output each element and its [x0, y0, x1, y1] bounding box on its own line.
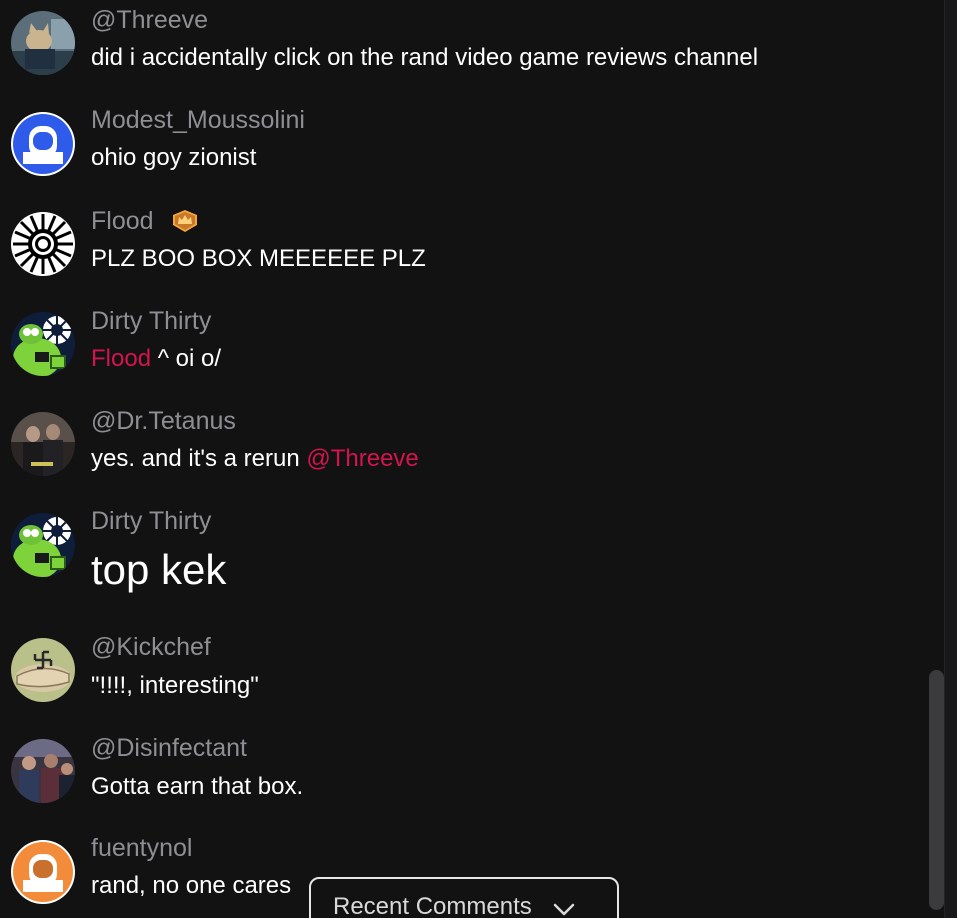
- username[interactable]: @Disinfectant: [91, 733, 247, 763]
- username[interactable]: @Dr.Tetanus: [91, 406, 236, 436]
- message-text: PLZ BOO BOX MEEEEEE PLZ: [91, 245, 426, 272]
- avatar[interactable]: [11, 312, 75, 376]
- avatar[interactable]: [11, 11, 75, 75]
- recent-comments-label: Recent Comments: [333, 893, 532, 918]
- green-frog-avatar-image: [11, 513, 75, 577]
- recent-comments-button[interactable]: Recent Comments: [309, 877, 619, 918]
- message-text: Flood ^ oi o/: [91, 344, 221, 374]
- green-frog-avatar-image: [11, 312, 75, 376]
- avatar[interactable]: [11, 840, 75, 904]
- message-text-content: yes. and it's a rerun: [91, 445, 307, 472]
- message-text: top kek: [91, 546, 227, 593]
- message-text: did i accidentally click on the rand vid…: [91, 44, 759, 71]
- message-text: ohio goy zionist: [91, 144, 257, 171]
- crowd-avatar-image: [11, 739, 75, 803]
- crown-badge-icon: [170, 209, 200, 233]
- message-text-content: ^ oi o/: [151, 345, 222, 372]
- scrollbar-track[interactable]: [944, 0, 957, 918]
- username[interactable]: @Kickchef: [91, 632, 211, 662]
- message-text: Gotta earn that box.: [91, 773, 304, 800]
- avatar[interactable]: [11, 212, 75, 276]
- username[interactable]: Flood: [91, 206, 154, 236]
- default-blue-avatar-image: [11, 112, 75, 176]
- mention-link[interactable]: Flood: [91, 345, 151, 372]
- chevron-down-icon: [552, 901, 576, 917]
- movie-scene-avatar-image: [11, 412, 75, 476]
- default-orange-avatar-image: [11, 840, 75, 904]
- username[interactable]: Modest_Moussolini: [91, 105, 305, 135]
- message-text: yes. and it's a rerun @Threeve: [91, 444, 419, 474]
- avatar[interactable]: [11, 513, 75, 577]
- mention-link[interactable]: @Threeve: [306, 445, 418, 472]
- chat-message-list[interactable]: @Threeve did i accidentally click on the…: [0, 0, 944, 918]
- sun-emblem-avatar-image: [11, 212, 75, 276]
- avatar[interactable]: [11, 739, 75, 803]
- avatar[interactable]: [11, 112, 75, 176]
- message-text: rand, no one cares: [91, 872, 292, 899]
- scrollbar-thumb[interactable]: [929, 670, 944, 910]
- hand-avatar-image: [11, 638, 75, 702]
- avatar[interactable]: [11, 638, 75, 702]
- username[interactable]: Dirty Thirty: [91, 506, 211, 536]
- username[interactable]: fuentynol: [91, 833, 192, 863]
- cat-at-desk-avatar-image: [11, 11, 75, 75]
- username[interactable]: Dirty Thirty: [91, 306, 211, 336]
- message-text: "!!!!, interesting": [91, 672, 259, 699]
- chat-window: @Threeve did i accidentally click on the…: [0, 0, 957, 918]
- avatar[interactable]: [11, 412, 75, 476]
- username[interactable]: @Threeve: [91, 5, 208, 35]
